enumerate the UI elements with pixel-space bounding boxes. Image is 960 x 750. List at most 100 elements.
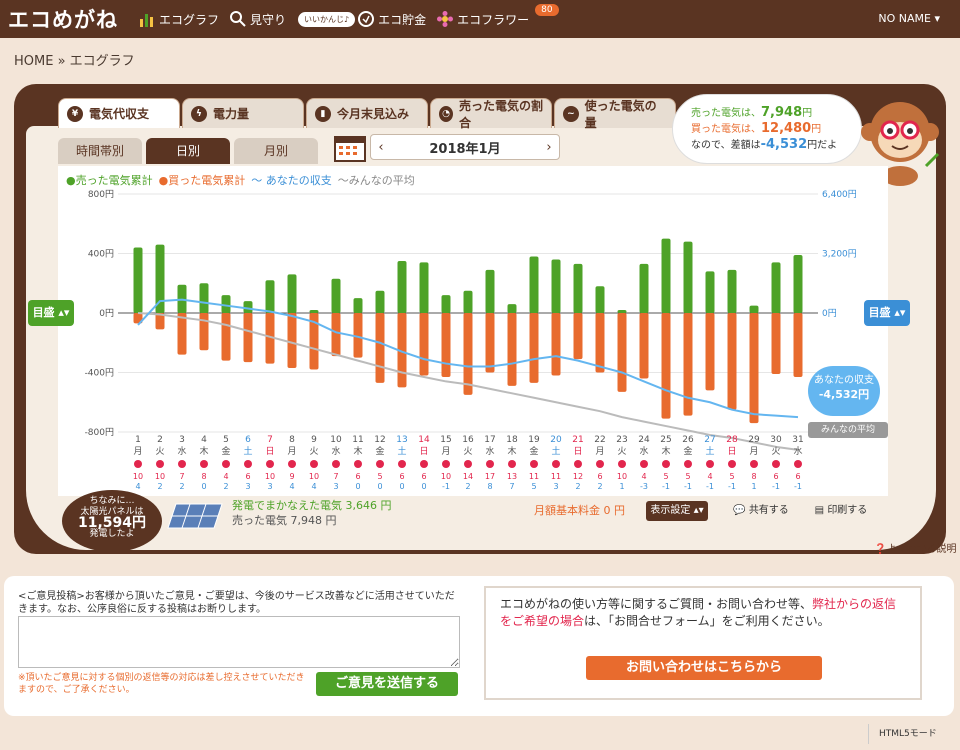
bar-sold — [793, 254, 803, 313]
temp-high-label: 5 — [377, 472, 382, 481]
right-scale-button[interactable]: 目盛 ▴▾ — [864, 300, 910, 326]
bar-sold — [463, 290, 473, 313]
temp-high-label: 6 — [773, 472, 778, 481]
day-label: 20 — [550, 435, 562, 445]
day-label: 25 — [660, 435, 671, 445]
tab-month-forecast[interactable]: ▮ 今月末見込み — [306, 98, 428, 128]
sun-icon — [398, 460, 406, 468]
user-menu[interactable]: NO NAME ▾ — [878, 12, 940, 25]
temp-low-label: 5 — [531, 482, 536, 491]
print-button[interactable]: ▤ 印刷する — [810, 501, 872, 521]
bar-bought — [573, 313, 583, 360]
temp-low-label: 3 — [267, 482, 272, 491]
temp-low-label: 2 — [597, 482, 602, 491]
day-label: 27 — [704, 435, 715, 445]
contact-description: エコめがねの使い方等に関するご質問・お問い合わせ等、弊社からの返信をご希望の場合… — [500, 597, 897, 628]
balance-chart: 800円400円0円-400円-800円6,400円3,200円0円-3,200… — [85, 189, 860, 491]
help-link[interactable]: ❓よくわかる説明 — [874, 540, 956, 555]
temp-high-label: 10 — [309, 472, 319, 481]
temp-high-label: 11 — [551, 472, 561, 481]
nav-watch[interactable]: 見守り — [229, 10, 286, 28]
bar-sold — [309, 310, 319, 313]
sun-icon — [552, 460, 560, 468]
temp-low-label: 0 — [421, 482, 426, 491]
subtab-daily[interactable]: 日別 — [146, 138, 230, 164]
sun-icon — [574, 460, 582, 468]
day-label: 6 — [245, 435, 251, 445]
nav-watch-label: 見守り — [250, 12, 287, 27]
temp-low-label: 3 — [553, 482, 558, 491]
left-tick-label: 800円 — [88, 189, 114, 200]
tab-electric-balance[interactable]: ¥ 電気代収支 — [58, 98, 180, 128]
tab-sold-ratio[interactable]: ◔ 売った電気の割合 — [430, 98, 552, 130]
sun-icon — [442, 460, 450, 468]
weekday-label: 月 — [749, 446, 758, 457]
bar-bought — [595, 313, 605, 373]
magnifier-icon — [230, 11, 246, 27]
temp-low-label: 2 — [179, 482, 184, 491]
display-settings-button[interactable]: 表示設定 ▴▾ — [646, 501, 708, 521]
nav-eco-flower[interactable]: エコフラワー — [436, 10, 529, 28]
bar-sold — [661, 238, 671, 313]
subtab-monthly[interactable]: 月別 — [234, 138, 318, 164]
temp-high-label: 5 — [729, 472, 734, 481]
bar-sold — [243, 301, 253, 313]
send-feedback-button[interactable]: ご意見を送信する — [316, 672, 458, 696]
tab-power[interactable]: ϟ 電力量 — [182, 98, 304, 128]
weekday-label: 水 — [485, 445, 494, 457]
bar-bought — [727, 313, 737, 410]
temp-low-label: 0 — [377, 482, 382, 491]
bar-bought — [771, 313, 781, 374]
temp-low-label: -1 — [706, 482, 714, 491]
sold-value: 7,948 — [761, 105, 803, 120]
average-callout: みんなの平均 — [808, 422, 888, 438]
day-label: 29 — [748, 435, 760, 445]
printer-icon: ▤ — [814, 505, 828, 516]
sun-icon — [662, 460, 670, 468]
html5-mode-link[interactable]: HTML5モード — [868, 724, 954, 744]
contact-button[interactable]: お問い合わせはこちらから — [586, 656, 822, 680]
day-label: 14 — [418, 435, 430, 445]
weekday-label: 水 — [639, 445, 648, 457]
bar-bought — [463, 313, 473, 395]
month-selector: ‹ 2018年1月 › — [370, 134, 560, 160]
temp-low-label: 0 — [399, 482, 404, 491]
weekday-label: 日 — [727, 446, 736, 457]
subtab-hourly[interactable]: 時間帯別 — [58, 138, 142, 164]
temp-low-label: 2 — [223, 482, 228, 491]
temp-high-label: 14 — [463, 472, 473, 481]
tab-usage[interactable]: ~ 使った電気の量 — [554, 98, 676, 130]
sun-icon — [640, 460, 648, 468]
sun-icon — [244, 460, 252, 468]
weekday-label: 水 — [331, 445, 340, 457]
pie-icon: ◔ — [439, 105, 453, 122]
next-month-button[interactable]: › — [539, 140, 559, 155]
nav-eco-savings[interactable]: エコ貯金 — [357, 10, 426, 28]
weekday-label: 月 — [287, 446, 296, 457]
bar-sold — [727, 269, 737, 313]
weekday-label: 木 — [199, 445, 208, 457]
logo[interactable]: エコめがね — [8, 4, 118, 34]
feedback-input[interactable] — [18, 616, 460, 668]
temp-high-label: 10 — [155, 472, 165, 481]
main-nav: エコグラフ 見守り いいかんじ♪ エコ貯金 エコフラワー 80 — [138, 4, 563, 28]
nav-eco-graph[interactable]: エコグラフ — [138, 10, 219, 28]
temp-high-label: 12 — [573, 472, 583, 481]
calendar-icon[interactable] — [334, 134, 366, 162]
temp-low-label: 3 — [245, 482, 250, 491]
weekday-label: 金 — [375, 445, 384, 457]
graph-tabs: ¥ 電気代収支 ϟ 電力量 ▮ 今月末見込み ◔ 売った電気の割合 ~ 使った電気の量 — [58, 98, 678, 130]
summary-bubble: 売った電気は、7,948円 買った電気は、12,480円 なので、差額は-4,5… — [672, 94, 862, 164]
sun-icon — [794, 460, 802, 468]
prev-month-button[interactable]: ‹ — [371, 140, 391, 155]
my-balance-callout: あなたの収支 -4,532円 — [808, 366, 880, 416]
sun-icon — [618, 460, 626, 468]
bought-value: 12,480 — [761, 121, 812, 136]
left-scale-button[interactable]: 目盛 ▴▾ — [28, 300, 74, 326]
sun-icon — [310, 460, 318, 468]
weekday-label: 火 — [771, 446, 780, 457]
share-button[interactable]: 💬 共有する — [730, 501, 792, 521]
temp-low-label: 7 — [509, 482, 514, 491]
temp-low-label: -1 — [442, 482, 450, 491]
weekday-label: 月 — [595, 446, 604, 457]
